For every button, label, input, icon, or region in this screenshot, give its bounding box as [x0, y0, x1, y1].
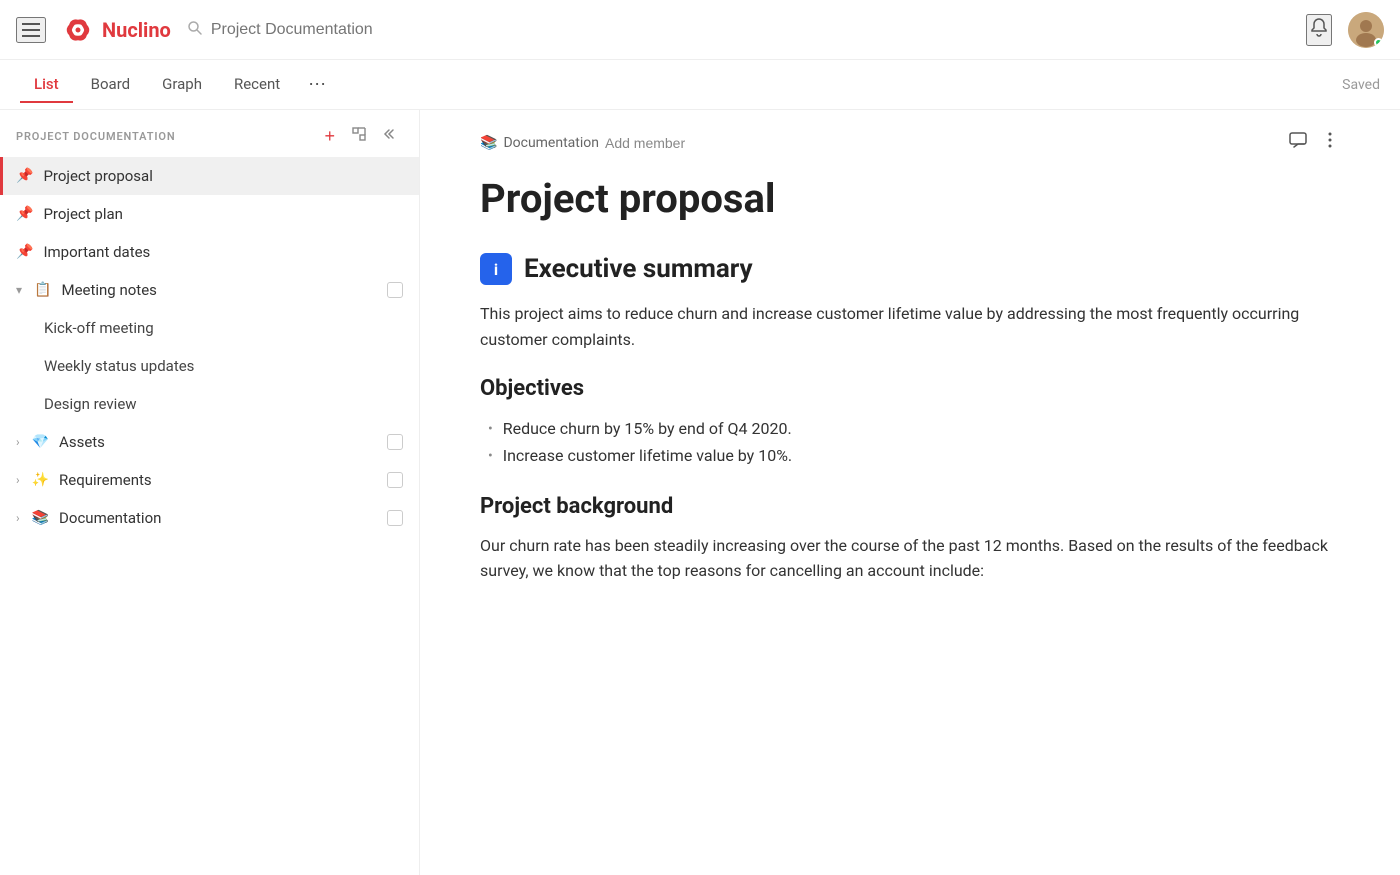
bullet-text: Reduce churn by 15% by end of Q4 2020.: [503, 415, 792, 442]
sidebar-item-documentation[interactable]: › 📚 Documentation: [0, 499, 419, 537]
tab-list[interactable]: List: [20, 67, 73, 103]
tab-more-button[interactable]: ⋯: [298, 66, 336, 103]
sidebar-item-label: Weekly status updates: [44, 357, 403, 375]
notes-icon: 📋: [34, 282, 51, 298]
sidebar-item-meeting-notes[interactable]: ▾ 📋 Meeting notes: [0, 271, 419, 309]
content-top-bar: 📚 Documentation Add member: [480, 130, 1340, 155]
bullet-text: Increase customer lifetime value by 10%.: [503, 442, 792, 469]
sidebar-item-label: Design review: [44, 395, 403, 413]
comments-button[interactable]: [1288, 130, 1308, 155]
sparkle-icon: ✨: [32, 472, 49, 488]
nav-right: [1306, 12, 1384, 48]
list-item: Reduce churn by 15% by end of Q4 2020.: [488, 415, 1340, 442]
info-icon: i: [480, 253, 512, 285]
sidebar-item-label: Project plan: [43, 205, 403, 223]
section-heading-text: Executive summary: [524, 254, 753, 284]
diamond-icon: 💎: [32, 434, 49, 450]
tab-graph[interactable]: Graph: [148, 67, 216, 103]
objectives-list: Reduce churn by 15% by end of Q4 2020. I…: [480, 415, 1340, 469]
saved-indicator: Saved: [1342, 77, 1380, 93]
pin-icon: 📌: [16, 244, 33, 260]
chevron-right-icon: ›: [16, 435, 20, 449]
sidebar-item-assets[interactable]: › 💎 Assets: [0, 423, 419, 461]
sidebar-item-label: Project proposal: [43, 167, 403, 185]
notifications-button[interactable]: [1306, 14, 1332, 46]
item-checkbox[interactable]: [387, 282, 403, 298]
online-indicator: [1374, 38, 1383, 47]
expand-button[interactable]: [347, 124, 371, 149]
sidebar-item-weekly-status[interactable]: Weekly status updates: [0, 347, 419, 385]
logo-text: Nuclino: [102, 18, 171, 42]
project-background-text: Our churn rate has been steadily increas…: [480, 533, 1340, 584]
tab-board[interactable]: Board: [77, 67, 144, 103]
chevron-right-icon: ›: [16, 473, 20, 487]
chevron-down-icon: ▾: [16, 283, 22, 297]
executive-summary-text: This project aims to reduce churn and in…: [480, 301, 1340, 352]
pin-icon: 📌: [16, 206, 33, 222]
add-item-button[interactable]: +: [320, 124, 339, 149]
item-checkbox[interactable]: [387, 510, 403, 526]
breadcrumb-icon: 📚: [480, 135, 497, 151]
sidebar: PROJECT DOCUMENTATION +: [0, 110, 420, 875]
document-title: Project proposal: [480, 175, 1340, 223]
logo-area: Nuclino: [62, 14, 171, 46]
sidebar-item-label: Kick-off meeting: [44, 319, 403, 337]
main-layout: PROJECT DOCUMENTATION +: [0, 110, 1400, 875]
books-icon: 📚: [32, 510, 49, 526]
sidebar-item-project-proposal[interactable]: 📌 Project proposal: [0, 157, 419, 195]
pin-icon: 📌: [16, 168, 33, 184]
nuclino-logo-icon: [62, 14, 94, 46]
content-area: 📚 Documentation Add member: [420, 110, 1400, 875]
search-icon: [187, 20, 203, 40]
user-avatar[interactable]: [1348, 12, 1384, 48]
item-checkbox[interactable]: [387, 434, 403, 450]
list-item: Increase customer lifetime value by 10%.: [488, 442, 1340, 469]
search-area: [187, 20, 587, 40]
collapse-sidebar-button[interactable]: [379, 124, 403, 149]
sidebar-item-label: Documentation: [59, 509, 377, 527]
sidebar-item-label: Assets: [59, 433, 377, 451]
tab-recent[interactable]: Recent: [220, 67, 294, 103]
sidebar-title: PROJECT DOCUMENTATION: [16, 130, 312, 143]
sidebar-item-requirements[interactable]: › ✨ Requirements: [0, 461, 419, 499]
top-nav: Nuclino: [0, 0, 1400, 60]
menu-button[interactable]: [16, 17, 46, 43]
sidebar-item-kickoff[interactable]: Kick-off meeting: [0, 309, 419, 347]
sidebar-header: PROJECT DOCUMENTATION +: [0, 110, 419, 157]
more-options-button[interactable]: [1320, 130, 1340, 155]
add-member-button[interactable]: Add member: [605, 135, 685, 151]
sidebar-header-actions: +: [320, 124, 403, 149]
sidebar-item-label: Requirements: [59, 471, 377, 489]
chevron-right-icon: ›: [16, 511, 20, 525]
tab-bar: List Board Graph Recent ⋯ Saved: [0, 60, 1400, 110]
breadcrumb-label[interactable]: Documentation: [503, 135, 599, 151]
sidebar-item-design-review[interactable]: Design review: [0, 385, 419, 423]
search-input[interactable]: [211, 21, 587, 39]
section-executive-summary-heading: i Executive summary: [480, 253, 1340, 285]
project-background-heading: Project background: [480, 494, 1340, 519]
item-checkbox[interactable]: [387, 472, 403, 488]
sidebar-item-project-plan[interactable]: 📌 Project plan: [0, 195, 419, 233]
sidebar-item-label: Meeting notes: [61, 281, 377, 299]
breadcrumb: 📚 Documentation Add member: [480, 135, 1272, 151]
content-actions: [1288, 130, 1340, 155]
sidebar-item-label: Important dates: [43, 243, 403, 261]
sidebar-item-important-dates[interactable]: 📌 Important dates: [0, 233, 419, 271]
objectives-heading: Objectives: [480, 376, 1340, 401]
